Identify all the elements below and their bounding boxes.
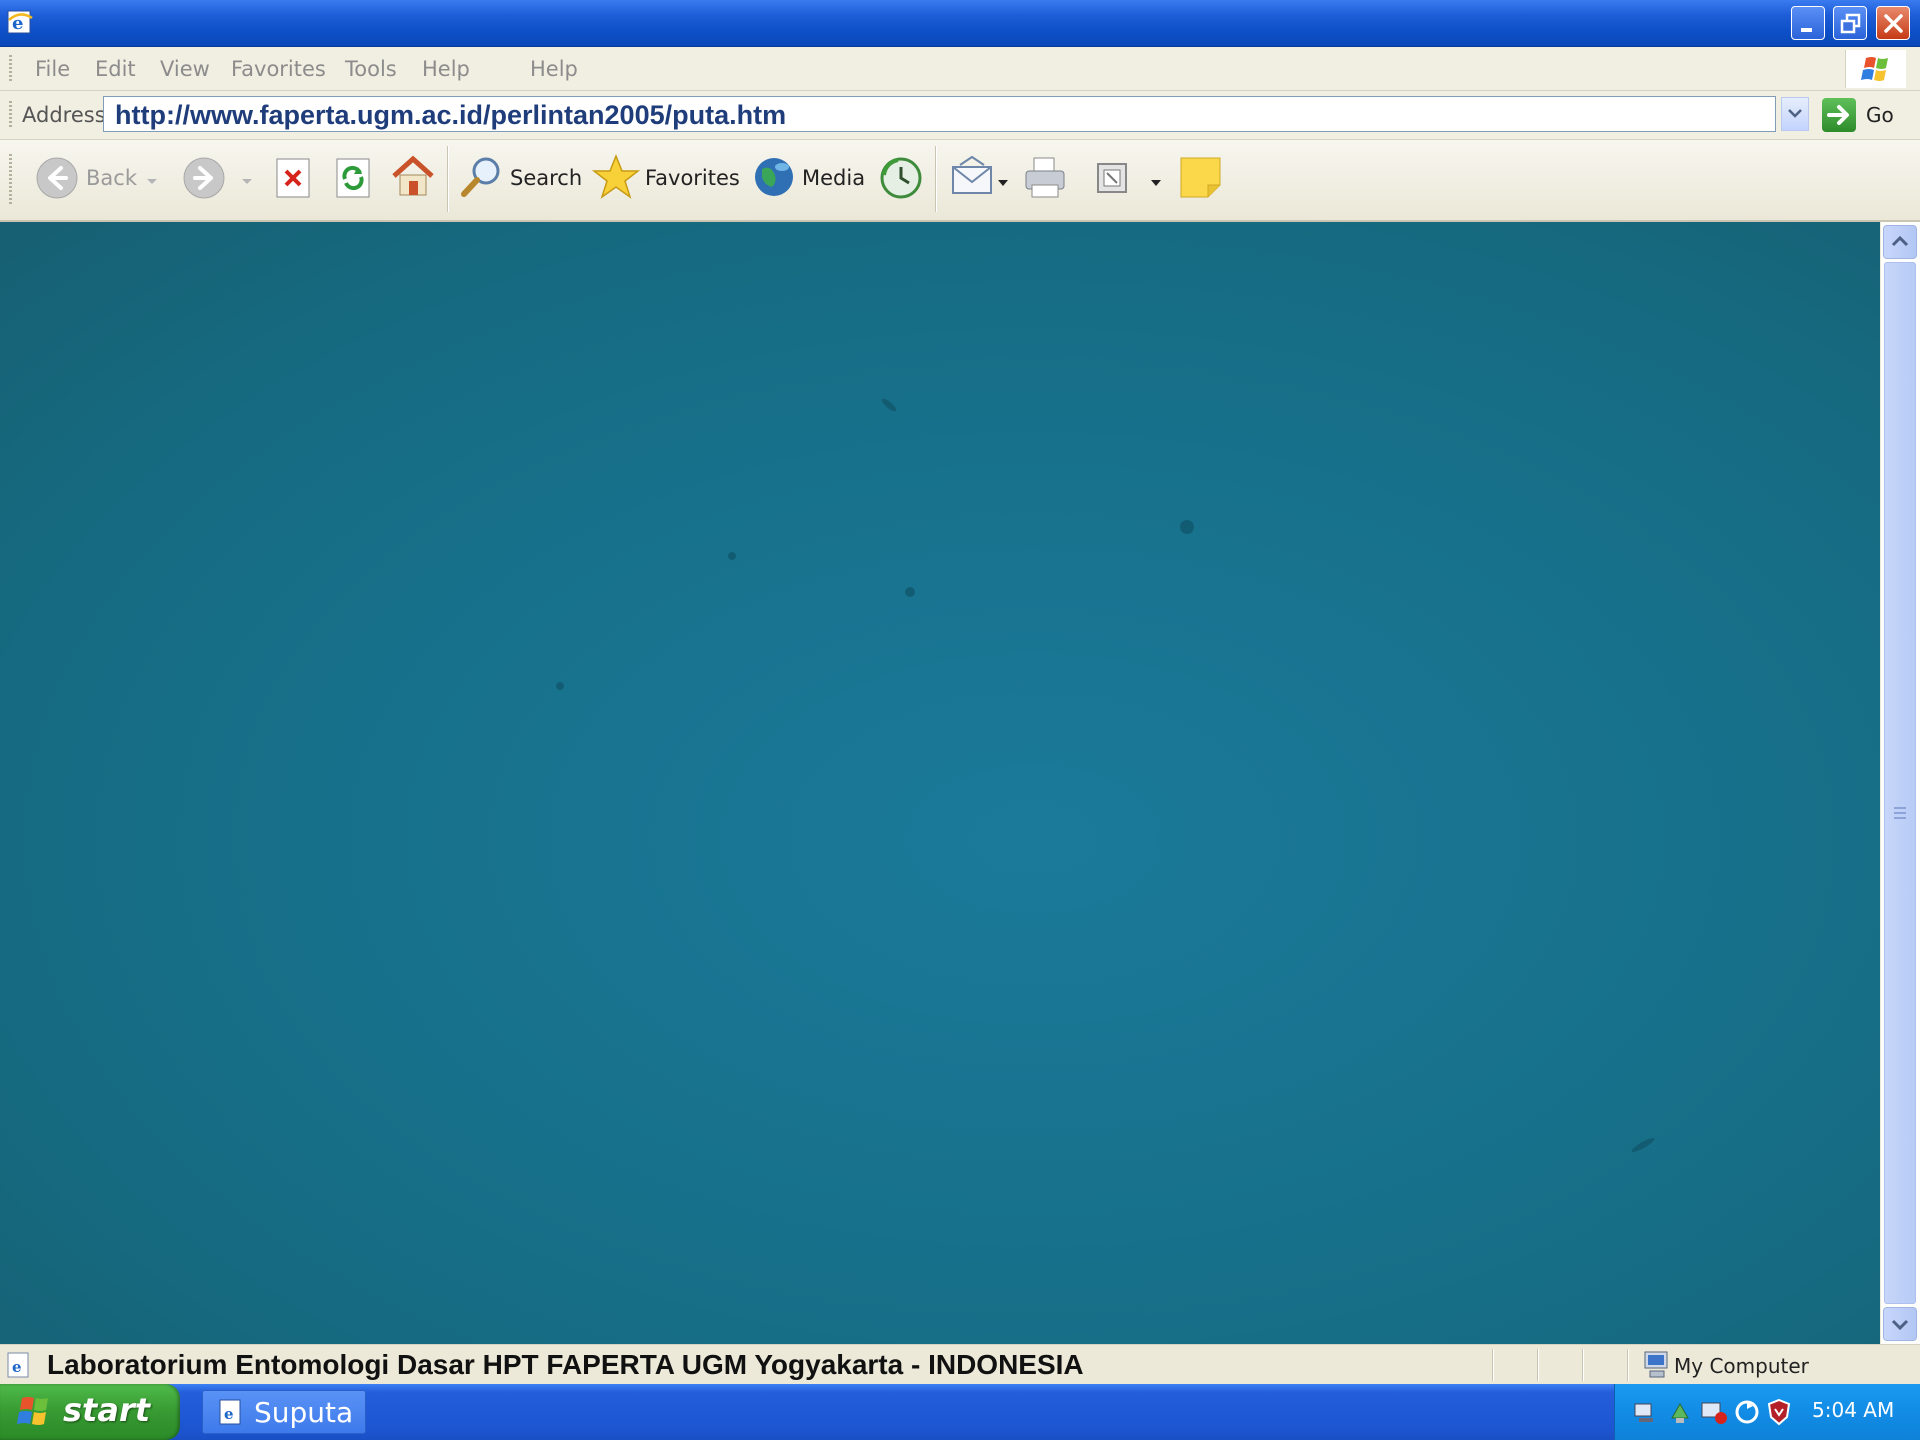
- forward-arrow-icon[interactable]: [182, 156, 226, 204]
- address-label: Address: [22, 103, 106, 127]
- edit-dropdown-icon[interactable]: [1150, 173, 1162, 192]
- search-icon[interactable]: [458, 154, 504, 204]
- start-button[interactable]: start: [0, 1384, 180, 1440]
- taskbar-window-button[interactable]: e Suputa: [202, 1390, 366, 1434]
- background-speck: [905, 587, 915, 597]
- minimize-icon: [1801, 28, 1812, 32]
- scroll-up-button[interactable]: [1883, 225, 1917, 259]
- security-zone-label: My Computer: [1674, 1354, 1809, 1378]
- vertical-scrollbar[interactable]: [1881, 222, 1920, 1344]
- scroll-grip: [1894, 807, 1906, 809]
- scroll-grip: [1894, 812, 1906, 814]
- close-icon: [1884, 14, 1903, 33]
- address-grip[interactable]: [9, 101, 12, 129]
- chevron-up-icon: [1891, 235, 1909, 247]
- taskbar-window-label[interactable]: Suputa: [254, 1396, 353, 1429]
- status-separator: [1537, 1349, 1539, 1381]
- background-speck: [1180, 520, 1194, 534]
- scroll-grip: [1894, 817, 1906, 819]
- go-button[interactable]: [1822, 98, 1856, 132]
- menu-help[interactable]: Help: [422, 57, 470, 81]
- windows-flag-icon: [1861, 57, 1888, 81]
- status-text: Laboratorium Entomologi Dasar HPT FAPERT…: [47, 1349, 1084, 1380]
- address-input[interactable]: http://www.faperta.ugm.ac.id/perlintan20…: [103, 96, 1776, 132]
- search-button-label[interactable]: Search: [510, 166, 582, 190]
- status-separator: [1492, 1349, 1494, 1381]
- standard-toolbar: Back Search Favorites Media: [0, 140, 1920, 222]
- windows-logo: [1845, 50, 1906, 88]
- print-icon[interactable]: [1022, 155, 1068, 205]
- safely-remove-hardware-icon[interactable]: [1666, 1398, 1694, 1430]
- chevron-down-icon: [1891, 1319, 1909, 1331]
- forward-dropdown-icon[interactable]: [240, 172, 254, 191]
- refresh-icon[interactable]: [334, 157, 374, 203]
- menu-tools[interactable]: Tools: [345, 57, 397, 81]
- mail-dropdown-icon[interactable]: [997, 173, 1009, 192]
- toolbar-grip[interactable]: [9, 154, 12, 206]
- restore-icon: [1840, 13, 1861, 34]
- mail-icon[interactable]: [950, 155, 996, 203]
- address-bar: Address http://www.faperta.ugm.ac.id/per…: [0, 91, 1920, 140]
- page-icon: e: [4, 1350, 34, 1384]
- scroll-down-button[interactable]: [1883, 1307, 1917, 1341]
- ie-icon[interactable]: e: [6, 8, 34, 36]
- back-arrow-icon[interactable]: [35, 156, 79, 204]
- menu-help-extra[interactable]: Help: [530, 57, 578, 81]
- scroll-thumb[interactable]: [1884, 262, 1916, 1304]
- windows-flag-icon: [16, 1394, 56, 1434]
- status-separator: [1627, 1349, 1629, 1381]
- status-bar: e Laboratorium Entomologi Dasar HPT FAPE…: [0, 1344, 1920, 1385]
- my-computer-icon: [1641, 1349, 1671, 1385]
- home-icon[interactable]: [390, 154, 436, 204]
- background-speck: [880, 396, 898, 414]
- media-globe-icon[interactable]: [752, 155, 796, 203]
- menu-edit[interactable]: Edit: [95, 57, 136, 81]
- restore-button[interactable]: [1833, 6, 1867, 40]
- address-url[interactable]: http://www.faperta.ugm.ac.id/perlintan20…: [115, 100, 786, 131]
- page-content: [0, 222, 1880, 1344]
- menu-favorites[interactable]: Favorites: [231, 57, 326, 81]
- ie-icon: e: [216, 1397, 246, 1431]
- chevron-down-icon: [1788, 109, 1802, 118]
- go-arrow-icon: [1827, 105, 1849, 125]
- svg-text:e: e: [12, 1358, 22, 1376]
- back-dropdown-icon[interactable]: [145, 172, 159, 191]
- background-speck: [556, 682, 564, 690]
- menu-file[interactable]: File: [35, 57, 70, 81]
- toolbar-separator: [447, 146, 449, 212]
- stop-icon[interactable]: [274, 157, 314, 203]
- window-title-bar[interactable]: e: [0, 0, 1920, 47]
- edit-page-icon[interactable]: [1093, 159, 1133, 201]
- security-alert-icon[interactable]: [1699, 1398, 1729, 1430]
- close-button[interactable]: [1876, 6, 1910, 40]
- antivirus-shield-icon[interactable]: [1765, 1397, 1793, 1431]
- back-button-label[interactable]: Back: [86, 166, 137, 190]
- address-dropdown-button[interactable]: [1781, 97, 1809, 131]
- history-icon[interactable]: [878, 155, 924, 205]
- taskbar: start e Suputa 5:04 AM: [0, 1384, 1920, 1440]
- background-speck: [728, 552, 736, 560]
- menu-grip[interactable]: [9, 55, 12, 83]
- media-button-label[interactable]: Media: [802, 166, 865, 190]
- minimize-button[interactable]: [1791, 6, 1825, 40]
- toolbar-separator: [935, 146, 937, 212]
- menu-bar: File Edit View Favorites Tools Help Help: [0, 47, 1920, 91]
- favorites-button-label[interactable]: Favorites: [645, 166, 740, 190]
- clock[interactable]: 5:04 AM: [1812, 1398, 1894, 1422]
- menu-view[interactable]: View: [160, 57, 210, 81]
- note-icon[interactable]: [1178, 155, 1224, 203]
- go-label[interactable]: Go: [1866, 103, 1894, 127]
- background-speck: [1630, 1135, 1656, 1155]
- status-separator: [1582, 1349, 1584, 1381]
- update-icon[interactable]: [1733, 1398, 1761, 1430]
- favorites-star-icon[interactable]: [591, 153, 641, 205]
- svg-text:e: e: [224, 1405, 234, 1423]
- start-label[interactable]: start: [63, 1391, 150, 1429]
- network-icon[interactable]: [1631, 1398, 1659, 1430]
